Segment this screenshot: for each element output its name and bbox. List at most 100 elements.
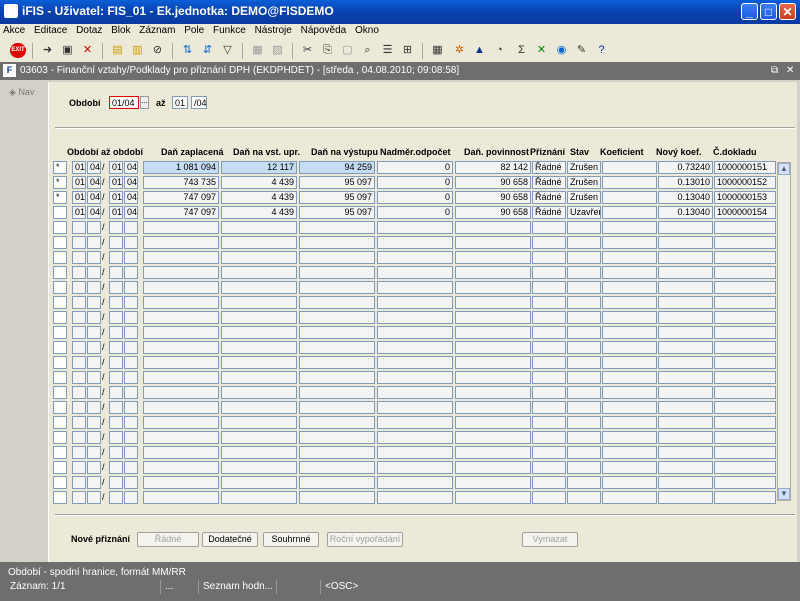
cell-m2[interactable] [109,326,123,339]
table-row[interactable]: / [53,221,777,234]
cell-priznani[interactable] [532,446,566,459]
cell-novy[interactable] [658,281,713,294]
cell-doklad[interactable] [714,281,776,294]
cell-nadmer[interactable] [377,311,453,324]
cell-nadmer[interactable] [377,371,453,384]
cell-vst[interactable]: 4 439 [221,176,297,189]
cell-koef[interactable] [602,266,657,279]
table-row[interactable]: / [53,341,777,354]
cell-stav[interactable] [567,296,601,309]
cell-y1[interactable]: 04 [87,161,101,174]
cell-novy[interactable] [658,221,713,234]
cell-vystup[interactable] [299,221,375,234]
cell-nadmer[interactable] [377,326,453,339]
cell-stav[interactable]: Zrušen [567,191,601,204]
cell-povinnost[interactable] [455,476,531,489]
cell-koef[interactable] [602,461,657,474]
cell-m1[interactable]: 01 [72,206,86,219]
cell-povinnost[interactable] [455,356,531,369]
cell-zaplacena[interactable] [143,356,219,369]
cell-koef[interactable] [602,356,657,369]
cell-m2[interactable] [109,311,123,324]
cell-stav[interactable] [567,236,601,249]
cell-y2[interactable] [124,386,138,399]
cell-doklad[interactable] [714,446,776,459]
cell-vst[interactable] [221,446,297,459]
cell-povinnost[interactable]: 90 658 [455,206,531,219]
warning-icon[interactable]: ▲ [472,43,487,58]
cell-priznani[interactable] [532,491,566,504]
cell-koef[interactable] [602,326,657,339]
cell-koef[interactable] [602,446,657,459]
cell-nadmer[interactable] [377,401,453,414]
cell-stav[interactable] [567,326,601,339]
cell-doklad[interactable] [714,251,776,264]
cell-nadmer[interactable]: 0 [377,191,453,204]
period-to-year-input[interactable]: /04 [191,96,207,109]
cell-y1[interactable] [87,476,101,489]
cell-y1[interactable] [87,251,101,264]
cell-novy[interactable]: 0.13010 [658,176,713,189]
cell-stav[interactable] [567,491,601,504]
cell-doklad[interactable] [714,431,776,444]
cell-stav[interactable] [567,281,601,294]
cell-y2[interactable] [124,491,138,504]
cell-novy[interactable] [658,371,713,384]
cell-m1[interactable] [72,491,86,504]
cell-m1[interactable] [72,356,86,369]
cell-mark[interactable] [53,296,67,309]
cell-vystup[interactable] [299,311,375,324]
cell-priznani[interactable] [532,326,566,339]
cell-vystup[interactable]: 95 097 [299,191,375,204]
cell-mark[interactable] [53,341,67,354]
table-row[interactable]: * 01 04/01 04 747 097 4 439 95 097 0 90 658 Řádné… [53,191,777,204]
cell-y2[interactable] [124,371,138,384]
cell-m1[interactable] [72,251,86,264]
cell-zaplacena[interactable] [143,296,219,309]
mail-icon[interactable]: ◔ [492,43,507,58]
lov-button[interactable]: ... [140,96,149,109]
cell-priznani[interactable] [532,251,566,264]
cell-doklad[interactable] [714,371,776,384]
table-row[interactable]: / [53,296,777,309]
cell-novy[interactable] [658,296,713,309]
cell-y2[interactable] [124,356,138,369]
table-row[interactable]: / [53,416,777,429]
cell-mark[interactable] [53,431,67,444]
cell-vystup[interactable] [299,371,375,384]
cell-vst[interactable] [221,341,297,354]
cell-doklad[interactable]: 1000000154 [714,206,776,219]
cell-nadmer[interactable] [377,356,453,369]
cell-stav[interactable]: Uzavřen [567,206,601,219]
cell-m1[interactable] [72,311,86,324]
cell-zaplacena[interactable]: 1 081 094 [143,161,219,174]
cell-stav[interactable] [567,221,601,234]
cell-koef[interactable] [602,296,657,309]
table-row[interactable]: / [53,236,777,249]
form-close-icon[interactable]: ✕ [786,65,794,76]
cell-stav[interactable]: Zrušen [567,161,601,174]
cell-y2[interactable] [124,341,138,354]
cell-nadmer[interactable] [377,251,453,264]
cell-nadmer[interactable]: 0 [377,161,453,174]
cell-nadmer[interactable]: 0 [377,206,453,219]
cell-nadmer[interactable] [377,266,453,279]
table-row[interactable]: / [53,326,777,339]
cell-mark[interactable] [53,251,67,264]
cell-doklad[interactable]: 1000000151 [714,161,776,174]
cell-zaplacena[interactable]: 747 097 [143,206,219,219]
table-row[interactable]: * 01 04/01 04 1 081 094 12 117 94 259 0 82 142 Řá… [53,161,777,174]
cell-mark[interactable] [53,236,67,249]
cell-m2[interactable] [109,476,123,489]
cell-vystup[interactable]: 95 097 [299,176,375,189]
menu-napoveda[interactable]: Nápověda [298,24,350,37]
cell-doklad[interactable] [714,296,776,309]
settings-icon[interactable]: ✲ [452,43,467,58]
cell-m2[interactable] [109,236,123,249]
cell-vst[interactable] [221,326,297,339]
cell-vystup[interactable] [299,251,375,264]
list-icon[interactable]: ☰ [380,43,395,58]
cell-vst[interactable] [221,251,297,264]
cell-novy[interactable] [658,236,713,249]
cell-m1[interactable] [72,461,86,474]
